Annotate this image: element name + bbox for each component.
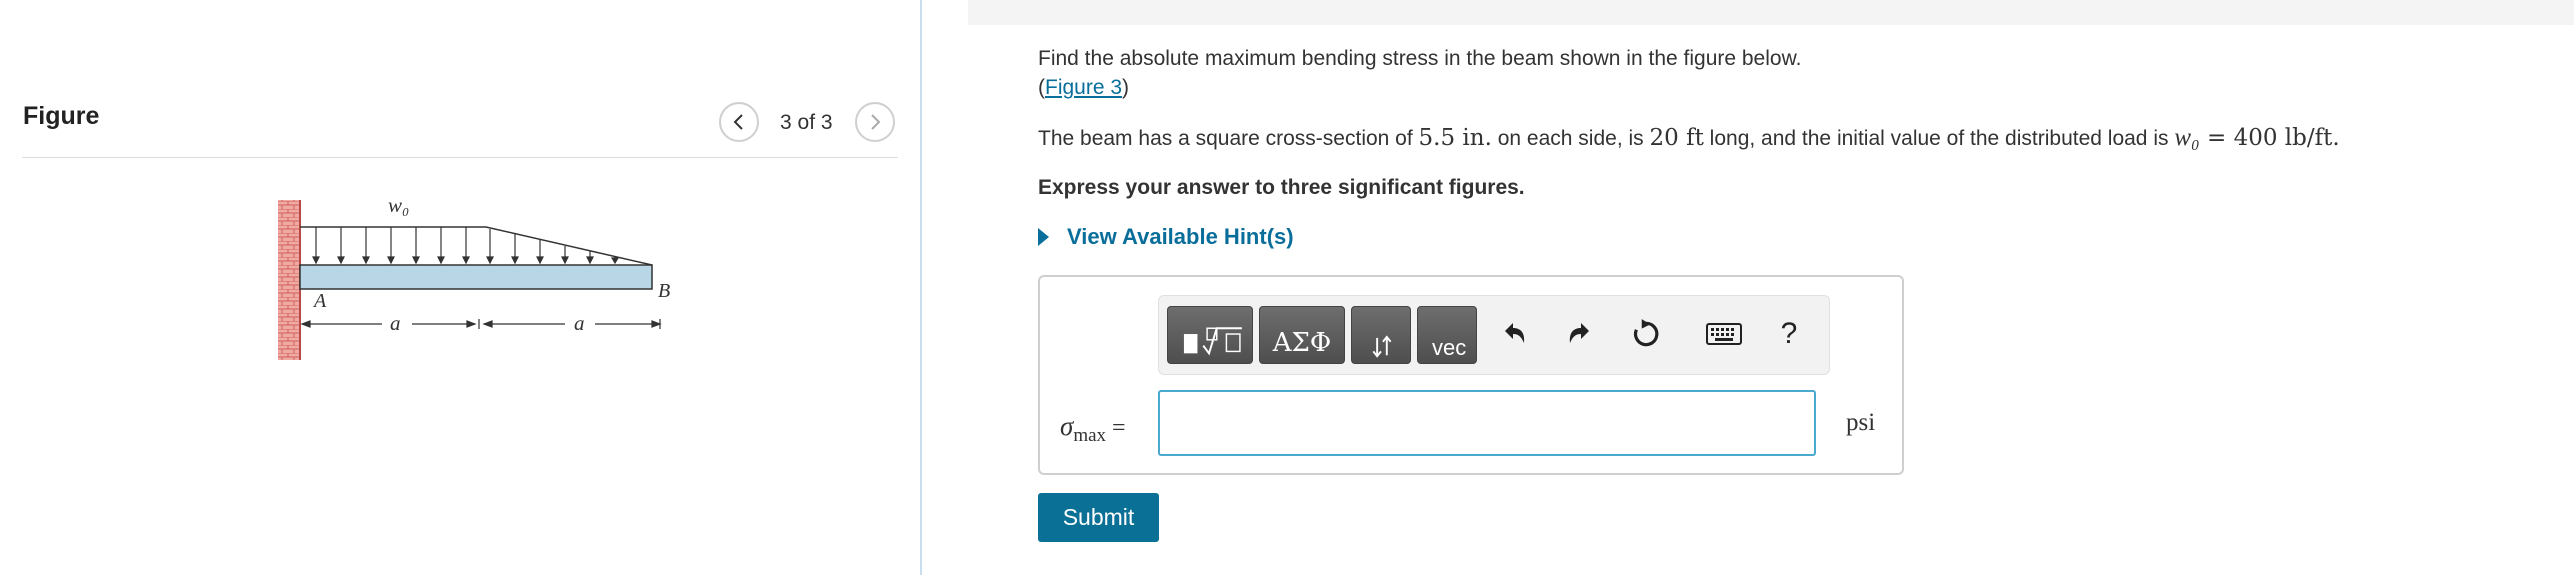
- keyboard-button[interactable]: [1704, 314, 1744, 354]
- caret-right-icon: [1038, 228, 1049, 246]
- beam-diagram: w₀ A B a a: [270, 185, 690, 375]
- dimension-left-label: a: [390, 311, 401, 335]
- paren-close: ): [1122, 76, 1130, 99]
- side-value: 5.5 in.: [1418, 125, 1492, 151]
- equals-sign: =: [1112, 415, 1126, 441]
- problem-text: Find the absolute maximum bending stress…: [1038, 44, 2538, 223]
- sigma-symbol: σ: [1060, 411, 1074, 441]
- load-value: = 400 lb/ft.: [2199, 125, 2340, 151]
- point-a-label: A: [312, 290, 327, 312]
- figure-divider: [22, 157, 898, 158]
- answer-box: ΑΣΦ vec ? σmax = psi: [1038, 275, 1904, 475]
- length-value: 20 ft: [1649, 125, 1704, 151]
- load-label: w₀: [388, 193, 409, 217]
- given-prefix: The beam has a square cross-section of: [1038, 127, 1419, 150]
- next-figure-button[interactable]: [855, 102, 895, 142]
- sigma-subscript: max: [1073, 424, 1107, 446]
- load-symbol: w₀: [2174, 124, 2200, 151]
- given-mid1: on each side, is: [1491, 127, 1650, 150]
- undo-button[interactable]: [1494, 314, 1534, 354]
- point-b-label: B: [658, 280, 670, 302]
- view-hints-toggle[interactable]: View Available Hint(s): [1038, 224, 1294, 250]
- instruction: Express your answer to three significant…: [1038, 176, 1525, 199]
- problem-statement: Find the absolute maximum bending stress…: [1038, 47, 1802, 70]
- vector-label: vec: [1432, 335, 1467, 360]
- beam: [299, 264, 653, 290]
- templates-button[interactable]: [1167, 306, 1253, 364]
- templates-icon: [1183, 327, 1242, 356]
- dimension-line: [300, 319, 662, 329]
- greek-symbols-button[interactable]: ΑΣΦ: [1259, 306, 1345, 364]
- help-button[interactable]: ?: [1769, 314, 1809, 354]
- redo-button[interactable]: [1560, 314, 1600, 354]
- answer-variable-label: σmax =: [1060, 411, 1126, 447]
- figure-panel: Figure 3 of 3 w₀ A B a a: [0, 0, 922, 575]
- fixed-wall: [278, 200, 300, 360]
- reset-button[interactable]: [1626, 314, 1666, 354]
- figure-link[interactable]: Figure 3: [1045, 76, 1122, 99]
- figure-title: Figure: [23, 102, 100, 130]
- load-arrows: [312, 227, 620, 265]
- submit-button[interactable]: Submit: [1038, 493, 1159, 542]
- distributed-load-outline: [300, 226, 653, 266]
- undo-icon: [1505, 323, 1525, 343]
- reset-icon: [1633, 319, 1659, 347]
- answer-input[interactable]: [1158, 390, 1816, 456]
- header-strip: [968, 0, 2574, 25]
- paren-open: (: [1038, 76, 1045, 99]
- figure-counter: 3 of 3: [780, 111, 833, 134]
- chevron-left-icon: [733, 114, 743, 130]
- given-data: The beam has a square cross-section of 5…: [1038, 123, 2538, 153]
- figure-link-line: (Figure 3): [1038, 73, 2538, 102]
- redo-icon: [1569, 323, 1589, 343]
- vector-button[interactable]: vec: [1417, 306, 1477, 364]
- dimension-right-label: a: [574, 311, 585, 335]
- chevron-right-icon: [871, 114, 881, 130]
- math-toolbar: ΑΣΦ vec ?: [1158, 295, 1830, 375]
- keyboard-icon: [1706, 323, 1742, 345]
- arrows-button[interactable]: [1351, 306, 1411, 364]
- arrows-icon: [1372, 335, 1392, 358]
- prev-figure-button[interactable]: [719, 102, 759, 142]
- given-mid2: long, and the initial value of the distr…: [1703, 127, 2175, 150]
- hints-label: View Available Hint(s): [1067, 224, 1294, 249]
- unit-label: psi: [1846, 409, 1876, 436]
